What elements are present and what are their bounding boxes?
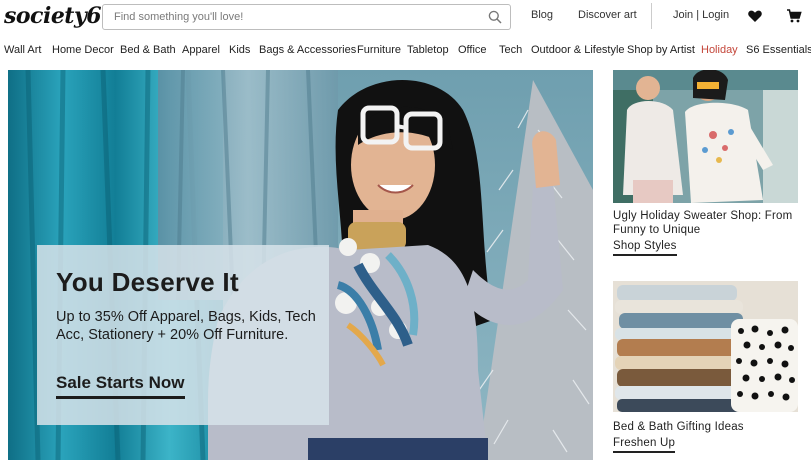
site-logo[interactable]: society6: [4, 3, 102, 29]
nav-item-home-decor[interactable]: Home Decor: [52, 44, 114, 56]
cart-icon[interactable]: [786, 8, 802, 24]
nav-item-kids[interactable]: Kids: [229, 44, 250, 56]
nav-item-bags-accessories[interactable]: Bags & Accessories: [259, 44, 356, 56]
card-title-bed-bath[interactable]: Bed & Bath Gifting Ideas: [613, 420, 808, 434]
nav-item-outdoor-lifestyle[interactable]: Outdoor & Lifestyle: [531, 44, 625, 56]
site-header: society6 Blog Discover art Join | Login: [0, 0, 811, 36]
hero-banner[interactable]: You Deserve It Up to 35% Off Apparel, Ba…: [8, 70, 593, 460]
nav-item-tech[interactable]: Tech: [499, 44, 522, 56]
join-login-link[interactable]: Join | Login: [673, 9, 729, 21]
shop-styles-link[interactable]: Shop Styles: [613, 240, 677, 256]
card-holiday-sweater[interactable]: Ugly Holiday Sweater Shop: From Funny to…: [613, 70, 798, 260]
promo-text: Up to 35% Off Apparel, Bags, Kids, Tech …: [56, 309, 316, 343]
nav-item-s6-essentials[interactable]: S6 Essentials: [746, 44, 811, 56]
nav-item-furniture[interactable]: Furniture: [357, 44, 401, 56]
category-nav: Wall Art Home Decor Bed & Bath Apparel K…: [0, 42, 811, 60]
card-title-sweater[interactable]: Ugly Holiday Sweater Shop: From Funny to…: [613, 209, 808, 237]
card-image-bed-bath[interactable]: [613, 281, 798, 412]
nav-item-office[interactable]: Office: [458, 44, 487, 56]
nav-item-bed-bath[interactable]: Bed & Bath: [120, 44, 176, 56]
sale-cta-link[interactable]: Sale Starts Now: [56, 373, 185, 399]
card-image-sweater[interactable]: [613, 70, 798, 203]
blog-link[interactable]: Blog: [531, 9, 553, 21]
card-bed-bath[interactable]: Bed & Bath Gifting Ideas Freshen Up: [613, 281, 798, 460]
search-input[interactable]: [103, 5, 483, 29]
search-bar[interactable]: [102, 4, 511, 30]
discover-art-link[interactable]: Discover art: [578, 9, 637, 21]
promo-box: You Deserve It Up to 35% Off Apparel, Ba…: [37, 245, 329, 425]
heart-icon[interactable]: [747, 8, 763, 24]
nav-item-shop-by-artist[interactable]: Shop by Artist: [627, 44, 695, 56]
nav-item-tabletop[interactable]: Tabletop: [407, 44, 449, 56]
nav-item-holiday[interactable]: Holiday: [701, 44, 738, 56]
freshen-up-link[interactable]: Freshen Up: [613, 437, 676, 453]
nav-item-apparel[interactable]: Apparel: [182, 44, 220, 56]
search-icon[interactable]: [488, 10, 502, 24]
header-divider: [651, 3, 652, 29]
nav-item-wall-art[interactable]: Wall Art: [4, 44, 42, 56]
promo-title: You Deserve It: [56, 267, 239, 297]
